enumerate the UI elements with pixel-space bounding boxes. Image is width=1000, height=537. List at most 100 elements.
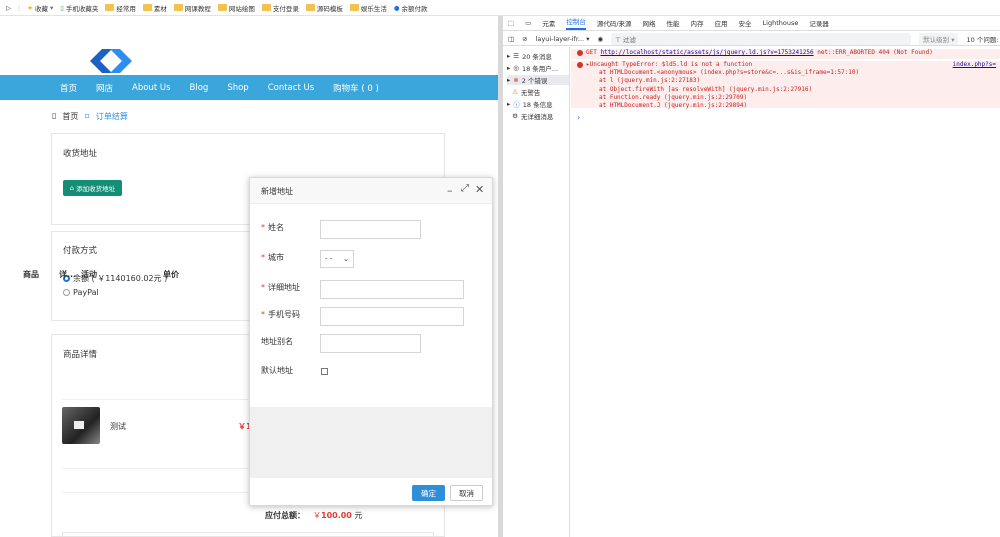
bookmarks-bar: ▷ | ★ 收藏 ▾ ▯ 手机收藏夹 经常用 素材 网课教程 网站绘图 支付登录 源码… xyxy=(0,0,1000,16)
store-page: 首页 网店 About Us Blog Shop Contact Us 购物车 … xyxy=(0,16,498,537)
context-select[interactable]: layui-layer-ifr... ▾ xyxy=(536,35,590,43)
product-thumbnail[interactable] xyxy=(62,407,100,444)
issues-count[interactable]: 10 个问题: xyxy=(966,34,998,44)
total-amount: ￥100.00 元 xyxy=(313,511,363,520)
tab-memory[interactable]: 内存 xyxy=(691,18,704,28)
sidebar-toggle-icon[interactable]: ▷ xyxy=(6,4,11,12)
sidebar-errors[interactable]: ▸ ⊗ 2 个错误 xyxy=(507,75,569,85)
folder-icon xyxy=(173,4,183,11)
sidebar-user-messages[interactable]: ▸ ◎ 18 条用户... xyxy=(507,63,558,73)
nav-blog[interactable]: Blog xyxy=(190,83,209,93)
tab-lighthouse[interactable]: Lighthouse xyxy=(763,19,799,27)
folder-icon xyxy=(142,4,152,11)
folder-icon xyxy=(105,4,115,11)
total-label: 应付总额： xyxy=(265,511,305,520)
bookmark-balance[interactable]: ● 余额付款 xyxy=(394,3,428,13)
payment-title: 付款方式 xyxy=(63,246,98,256)
modal-title: 新增地址 xyxy=(261,187,293,196)
console-output: GET http://localhost/static/assets/js/jq… xyxy=(571,47,1000,537)
tab-sources[interactable]: 源代码/来源 xyxy=(597,18,632,28)
sidebar-info[interactable]: ▸ ⓘ 18 条信息 xyxy=(507,99,553,109)
field-phone-label: * 手机号码 xyxy=(261,310,300,319)
stack-line[interactable]: at Object.fireWith [as resolveWith] (jqu… xyxy=(577,86,1000,94)
user-icon: ◎ xyxy=(513,64,519,72)
bookmark-favorites[interactable]: ★ 收藏 ▾ xyxy=(27,3,53,13)
stack-line[interactable]: at l (jquery.min.js:2:27183) xyxy=(577,77,1000,85)
col-goods: 商品 xyxy=(23,270,39,279)
device-icon[interactable]: ▭ xyxy=(525,19,531,27)
nav-about[interactable]: About Us xyxy=(132,83,170,93)
filter-input[interactable]: ⊤ 过滤 xyxy=(611,32,912,45)
nav-shop[interactable]: Shop xyxy=(227,83,248,93)
alias-input[interactable] xyxy=(320,334,421,353)
eye-icon[interactable]: ◉ xyxy=(597,35,603,43)
folder-icon xyxy=(217,4,227,11)
close-icon[interactable]: ✕ xyxy=(475,183,484,196)
devtools-panel: ⬚ ▭ 元素 控制台 源代码/来源 网络 性能 内存 应用 安全 Lightho… xyxy=(503,16,1000,537)
field-default-label: 默认地址 xyxy=(261,366,293,375)
nav-home[interactable]: 首页 xyxy=(60,82,77,94)
breadcrumb-home[interactable]: 首页 xyxy=(62,111,78,122)
bookmark-folder-pay[interactable]: 支付登录 xyxy=(261,3,299,13)
error-url-link[interactable]: http://localhost/static/assets/js/jquery… xyxy=(600,49,813,56)
city-select[interactable]: - - ⌄ xyxy=(320,250,354,268)
note-box[interactable] xyxy=(62,532,434,537)
drop-icon: ● xyxy=(393,3,400,12)
confirm-button[interactable]: 确定 xyxy=(412,485,445,501)
tab-recorder[interactable]: 记录器 xyxy=(809,18,829,28)
tab-security[interactable]: 安全 xyxy=(739,18,752,28)
bookmark-folder-courses[interactable]: 网课教程 xyxy=(173,3,211,13)
maximize-icon[interactable]: ⤢ xyxy=(461,183,469,194)
default-address-checkbox[interactable] xyxy=(321,368,328,375)
clear-icon[interactable]: ⊘ xyxy=(522,35,527,43)
cancel-button[interactable]: 取消 xyxy=(450,485,483,501)
phone-input[interactable] xyxy=(320,307,464,326)
nav-contact[interactable]: Contact Us xyxy=(268,83,314,93)
warning-icon: ⚠ xyxy=(512,88,518,96)
phone-icon: ▯ xyxy=(60,3,64,12)
level-select[interactable]: 默认级别 ▾ xyxy=(919,32,959,45)
minimize-icon[interactable]: – xyxy=(447,184,453,197)
tab-network[interactable]: 网络 xyxy=(643,18,656,28)
sidebar-messages[interactable]: ▸ ☰ 20 条消息 xyxy=(507,51,552,61)
console-prompt[interactable]: › xyxy=(577,113,580,122)
stack-line[interactable]: at HTMLDocument.<anonymous> (index.php?s… xyxy=(577,69,1000,77)
nav-cart[interactable]: 购物车 ( 0 ) xyxy=(333,82,379,94)
folder-icon xyxy=(305,4,315,11)
bookmark-folder-materials[interactable]: 素材 xyxy=(142,3,167,13)
col-price: 单价 xyxy=(163,270,179,279)
bookmark-folder-life[interactable]: 娱乐生活 xyxy=(349,3,387,13)
tab-console[interactable]: 控制台 xyxy=(566,16,586,30)
sidebar-verbose[interactable]: ⚙ 无详细消息 xyxy=(507,111,553,121)
sidebar-warnings[interactable]: ⚠ 无警告 xyxy=(507,87,540,97)
sidebar-icon[interactable]: ◫ xyxy=(508,35,514,43)
tab-performance[interactable]: 性能 xyxy=(667,18,680,28)
main-nav: 首页 网店 About Us Blog Shop Contact Us 购物车 … xyxy=(0,75,498,100)
stack-line[interactable]: at HTMLDocument.J (jquery.min.js:2:29894… xyxy=(577,102,1000,110)
add-address-button[interactable]: ⌂ 添加收货地址 xyxy=(63,180,122,196)
bookmark-folder-templates[interactable]: 源码模板 xyxy=(305,3,343,13)
bookmark-mobile[interactable]: ▯ 手机收藏夹 xyxy=(60,3,98,13)
site-logo[interactable] xyxy=(88,46,134,76)
radio-unchecked-icon xyxy=(63,289,70,296)
nav-store[interactable]: 网店 xyxy=(96,82,113,94)
inspect-icon[interactable]: ⬚ xyxy=(508,19,514,27)
field-name-label: * 姓名 xyxy=(261,223,284,232)
product-name[interactable]: 测试 xyxy=(110,421,126,432)
payment-option-paypal[interactable]: PayPal xyxy=(63,288,99,297)
list-icon: ☰ xyxy=(513,52,520,60)
tab-application[interactable]: 应用 xyxy=(715,18,728,28)
error-icon xyxy=(577,49,583,56)
address-input[interactable] xyxy=(320,280,464,299)
separator-icon: ▫ xyxy=(84,111,90,120)
name-input[interactable] xyxy=(320,220,421,239)
bookmark-folder-often[interactable]: 经常用 xyxy=(105,3,136,13)
error-source-link[interactable]: index.php?s= xyxy=(953,61,996,69)
bookmark-folder-drawing[interactable]: 网站绘图 xyxy=(217,3,255,13)
goods-table-header: 商品 详... 活动 单价 xyxy=(23,269,179,280)
tab-elements[interactable]: 元素 xyxy=(542,18,555,28)
stack-line[interactable]: at Function.ready (jquery.min.js:2:29709… xyxy=(577,94,1000,102)
folder-icon xyxy=(261,4,271,11)
console-sidebar: ▸ ☰ 20 条消息 ▸ ◎ 18 条用户... ▸ ⊗ 2 个错误 ⚠ 无警告 ▸ ⓘ 18 条… xyxy=(503,47,570,537)
error-message-404: GET http://localhost/static/assets/js/jq… xyxy=(571,49,1000,59)
